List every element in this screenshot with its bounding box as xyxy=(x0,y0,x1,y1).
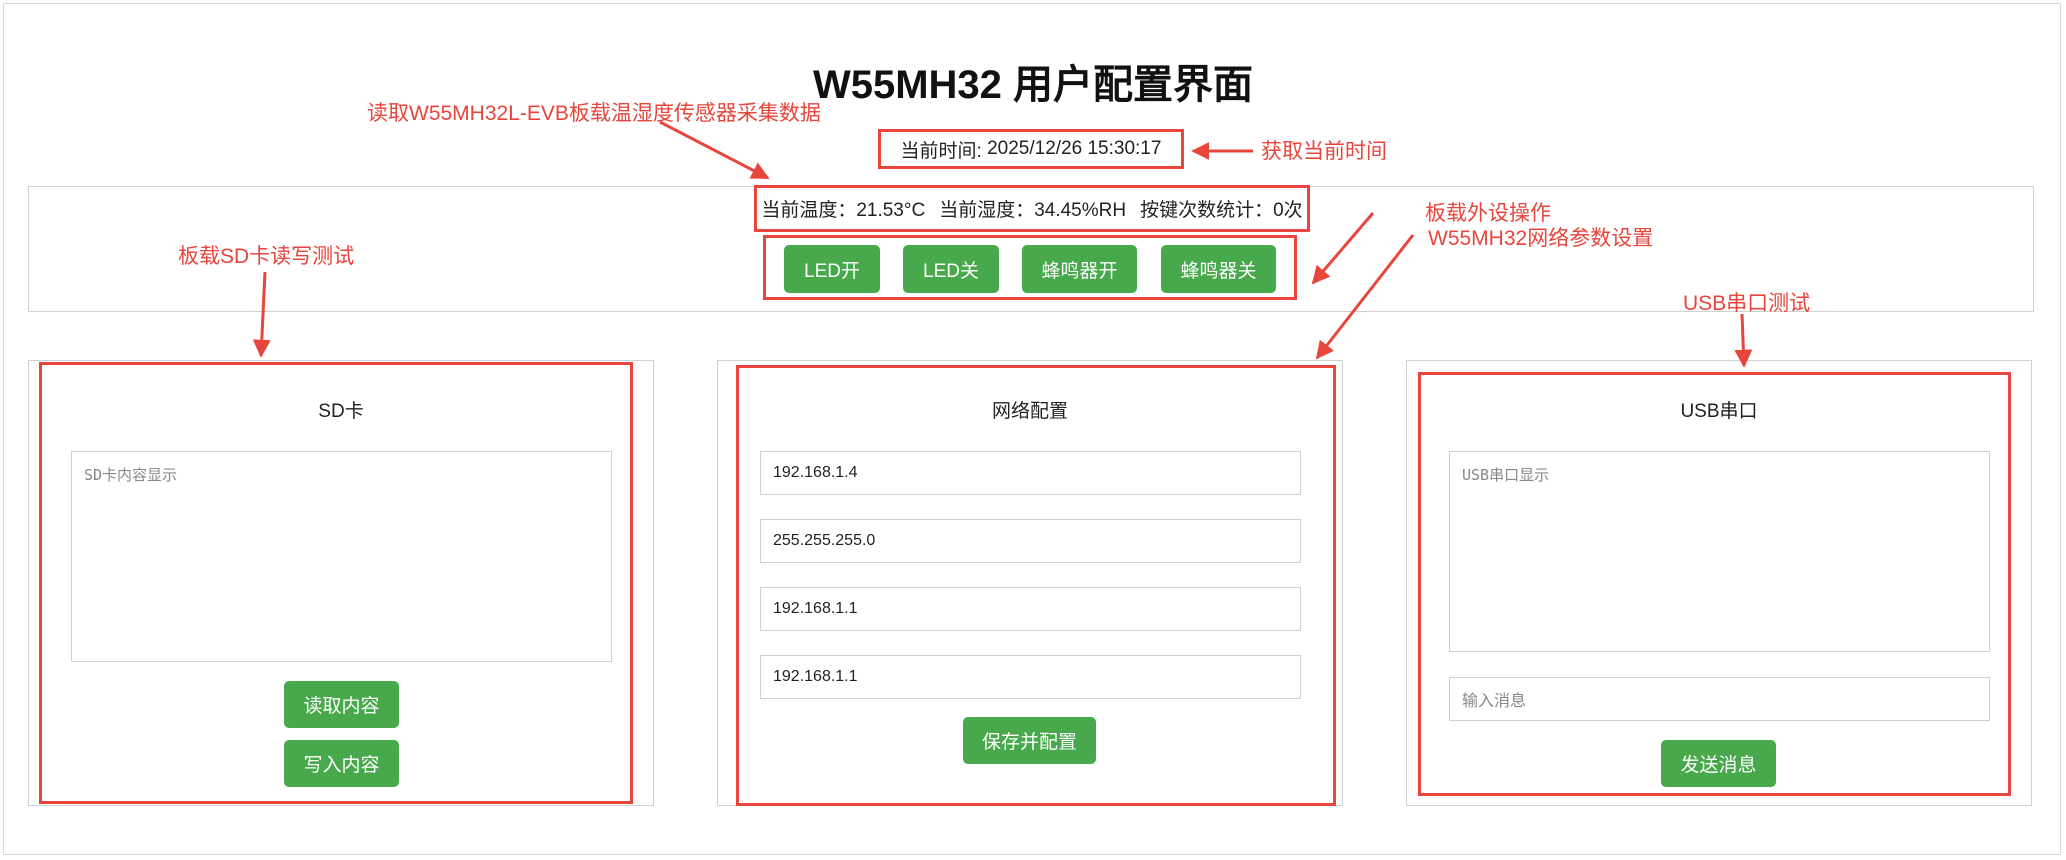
temperature-reading: 当前温度：21.53°C xyxy=(761,200,926,221)
sd-read-button[interactable]: 读取内容 xyxy=(284,681,399,728)
current-time: 当前时间: 2025/12/26 15:30:17 xyxy=(878,129,1184,169)
send-message-button[interactable]: 发送消息 xyxy=(1661,740,1776,787)
sd-write-button[interactable]: 写入内容 xyxy=(284,740,399,787)
current-time-value: 2025/12/26 15:30:17 xyxy=(987,138,1162,159)
annotation-sensor: 读取W55MH32L-EVB板载温湿度传感器采集数据 xyxy=(367,102,821,125)
buzzer-on-button[interactable]: 蜂鸣器开 xyxy=(1022,245,1137,293)
page-title: W55MH32 用户配置界面 xyxy=(812,63,1254,107)
usb-serial-title: USB串口 xyxy=(1680,401,1758,422)
led-on-button[interactable]: LED开 xyxy=(784,245,880,293)
key-count-reading: 按键次数统计：0次 xyxy=(1140,200,1303,221)
led-off-button[interactable]: LED关 xyxy=(903,245,999,293)
subnet-mask-input[interactable]: 255.255.255.0 xyxy=(760,519,1301,563)
annotation-usb: USB串口测试 xyxy=(1683,292,1811,315)
annotation-sd: 板载SD卡读写测试 xyxy=(178,245,355,268)
sd-card-title: SD卡 xyxy=(318,401,364,422)
gateway-input[interactable]: 192.168.1.1 xyxy=(760,587,1301,631)
network-title: 网络配置 xyxy=(991,401,1068,422)
save-config-button[interactable]: 保存并配置 xyxy=(963,717,1096,764)
dns-input[interactable]: 192.168.1.1 xyxy=(760,655,1301,699)
sensor-readings: 当前温度：21.53°C 当前湿度：34.45%RH 按键次数统计：0次 xyxy=(754,185,1310,232)
annotation-network: W55MH32网络参数设置 xyxy=(1428,227,1654,250)
message-input[interactable]: 输入消息 xyxy=(1449,677,1990,721)
buzzer-off-button[interactable]: 蜂鸣器关 xyxy=(1161,245,1276,293)
current-time-label: 当前时间: xyxy=(900,140,982,162)
ip-address-input[interactable]: 192.168.1.4 xyxy=(760,451,1301,495)
usb-serial-textarea[interactable]: USB串口显示 xyxy=(1449,451,1990,652)
sd-card-content-textarea[interactable]: SD卡内容显示 xyxy=(71,451,612,662)
annotation-time: 获取当前时间 xyxy=(1261,140,1387,163)
humidity-reading: 当前湿度：34.45%RH xyxy=(939,200,1127,221)
